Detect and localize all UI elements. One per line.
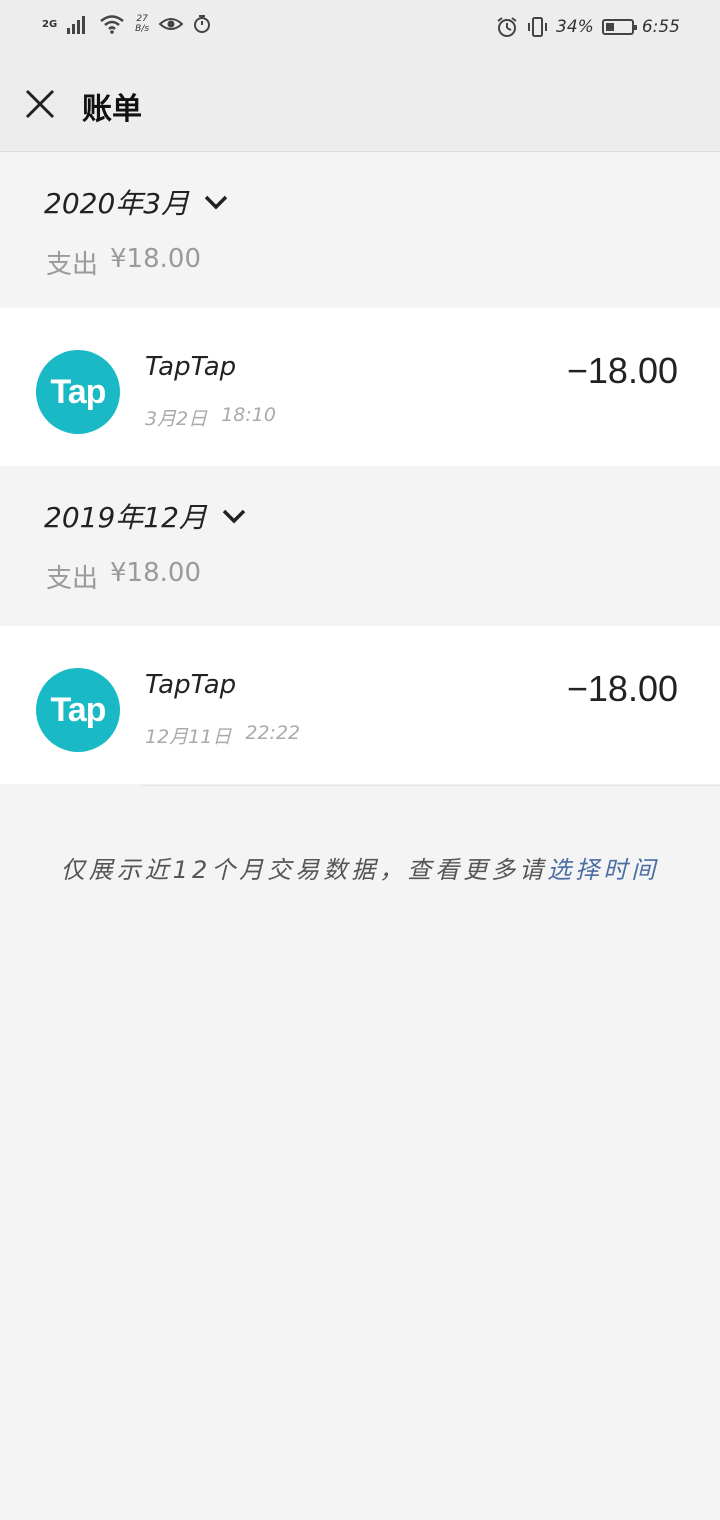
footer-text: 仅展示近12个月交易数据，查看更多请: [60, 856, 548, 884]
transaction-row[interactable]: Tap TapTap 12月11日 22:22 −18.00: [0, 626, 720, 784]
month-section: 2019年12月 支出 ¥18.00: [0, 466, 720, 624]
speed-unit: B/s: [135, 24, 150, 34]
timer-icon: [194, 15, 211, 33]
merchant-logo: Tap: [36, 350, 120, 434]
transaction-datetime: 12月11日 22:22: [145, 722, 300, 749]
chevron-down-icon: [222, 509, 246, 524]
eye-icon: [159, 18, 184, 30]
divider: [140, 785, 720, 786]
month-section: 2020年3月 支出 ¥18.00: [0, 152, 720, 310]
transaction-date: 12月11日: [145, 726, 232, 748]
merchant-logo: Tap: [36, 668, 120, 752]
transaction-row[interactable]: Tap TapTap 3月2日 18:10 −18.00: [0, 308, 720, 466]
battery-icon: [601, 19, 637, 35]
status-left: 2G 27 B/s: [42, 14, 211, 34]
month-label: 2019年12月: [44, 501, 207, 534]
select-time-link[interactable]: 选择时间: [547, 856, 659, 884]
transaction-time: 18:10: [221, 404, 276, 426]
transaction-date: 3月2日: [145, 408, 208, 430]
status-right: 34% 6:55: [496, 16, 680, 38]
expense-label: 支出: [46, 250, 99, 280]
month-selector[interactable]: 2020年3月: [44, 182, 229, 222]
transaction-time: 22:22: [245, 722, 301, 744]
speed-value: 27: [136, 14, 148, 24]
month-expense-summary: 支出 ¥18.00: [46, 244, 201, 281]
merchant-name: TapTap: [145, 670, 237, 700]
alarm-icon: [497, 17, 517, 37]
expense-label: 支出: [46, 564, 99, 594]
month-label: 2020年3月: [44, 187, 190, 220]
status-bar: 2G 27 B/s 34% 6:55: [0, 0, 720, 56]
expense-value: ¥18.00: [110, 558, 201, 588]
vibrate-icon: [528, 17, 548, 37]
wifi-icon: [100, 15, 124, 34]
close-icon[interactable]: [22, 86, 58, 122]
expense-value: ¥18.00: [110, 244, 201, 274]
page-title: 账单: [82, 92, 142, 127]
network-label: 2G: [42, 18, 58, 30]
data-speed: 27 B/s: [135, 14, 149, 34]
transaction-amount: −18.00: [566, 668, 678, 709]
header: 账单: [0, 56, 720, 152]
footer-note: 仅展示近12个月交易数据，查看更多请选择时间: [0, 850, 720, 885]
chevron-down-icon: [204, 195, 228, 210]
month-expense-summary: 支出 ¥18.00: [46, 558, 201, 595]
signal-icon: [67, 16, 86, 34]
clock: 6:55: [641, 17, 680, 37]
merchant-name: TapTap: [145, 352, 237, 382]
battery-fill: [605, 23, 614, 31]
battery-percent: 34%: [556, 17, 594, 37]
month-selector[interactable]: 2019年12月: [44, 496, 247, 536]
transaction-amount: −18.00: [566, 350, 678, 391]
transaction-datetime: 3月2日 18:10: [145, 404, 276, 431]
